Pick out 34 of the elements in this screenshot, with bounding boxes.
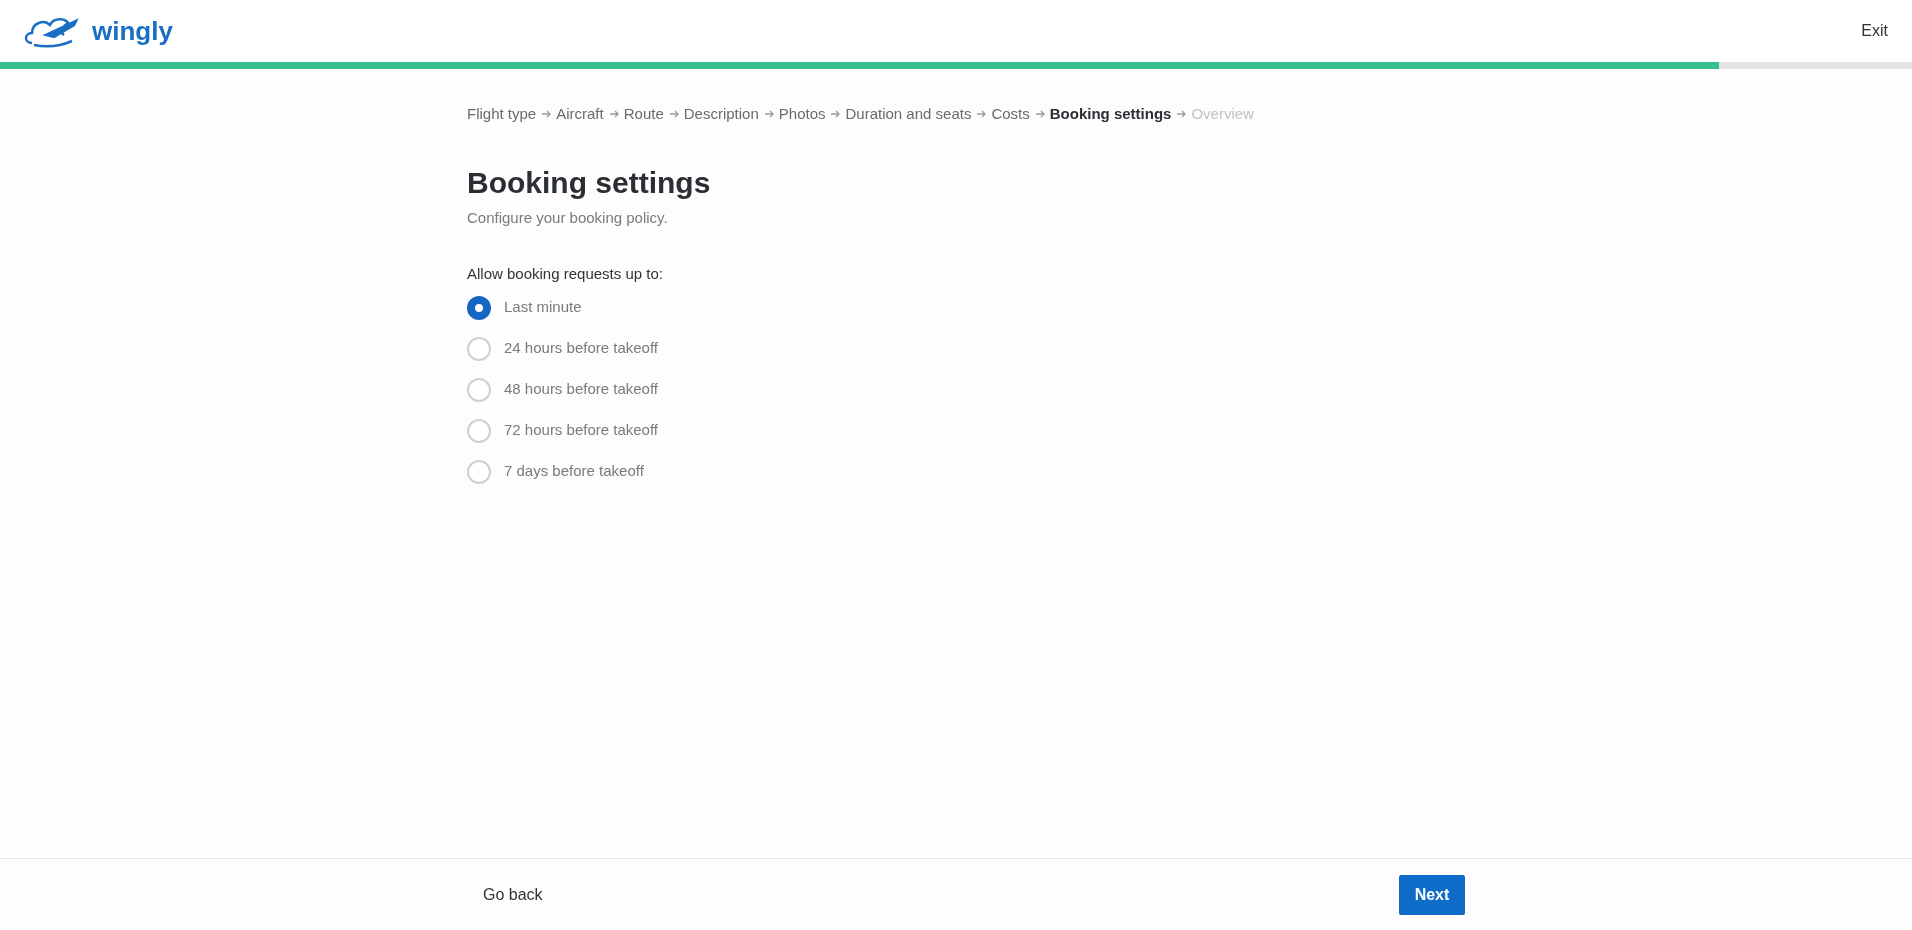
logo-text: wingly (92, 14, 173, 48)
radio-button[interactable] (467, 377, 491, 402)
radio-button[interactable] (467, 295, 491, 320)
breadcrumb-step: Route (623, 103, 664, 126)
option-label: 72 hours before takeoff (504, 420, 658, 441)
option-label: Last minute (504, 297, 582, 318)
breadcrumb-step: Costs (991, 103, 1030, 126)
arrow-icon (763, 109, 774, 120)
go-back-button[interactable]: Go back (467, 872, 559, 917)
arrow-icon (1176, 109, 1187, 120)
breadcrumb-step: Booking settings (1049, 103, 1172, 126)
option-label: 7 days before takeoff (504, 461, 644, 482)
arrow-icon (608, 109, 619, 120)
breadcrumb-step: Description (683, 103, 759, 126)
page-title: Booking settings (467, 164, 712, 201)
option-label: 24 hours before takeoff (504, 338, 658, 359)
next-button[interactable]: Next (1399, 874, 1465, 915)
radio-button[interactable] (467, 336, 491, 361)
breadcrumb-step: Aircraft (556, 103, 604, 126)
option-label: 48 hours before takeoff (504, 379, 658, 400)
arrow-icon (541, 109, 552, 120)
exit-button[interactable]: Exit (1861, 19, 1888, 43)
arrow-icon (830, 109, 841, 120)
arrow-icon (668, 109, 679, 120)
radio-button[interactable] (467, 459, 491, 484)
radio-button[interactable] (467, 418, 491, 443)
question-label: Allow booking requests up to: (467, 264, 664, 284)
breadcrumb-step: Photos (778, 103, 826, 126)
breadcrumb-step: Flight type (467, 103, 537, 126)
arrow-icon (976, 109, 987, 120)
arrow-icon (1034, 109, 1045, 120)
breadcrumb-step: Overview (1191, 103, 1254, 126)
page-subtitle: Configure your booking policy. (467, 207, 669, 228)
breadcrumb-step: Duration and seats (845, 103, 972, 126)
